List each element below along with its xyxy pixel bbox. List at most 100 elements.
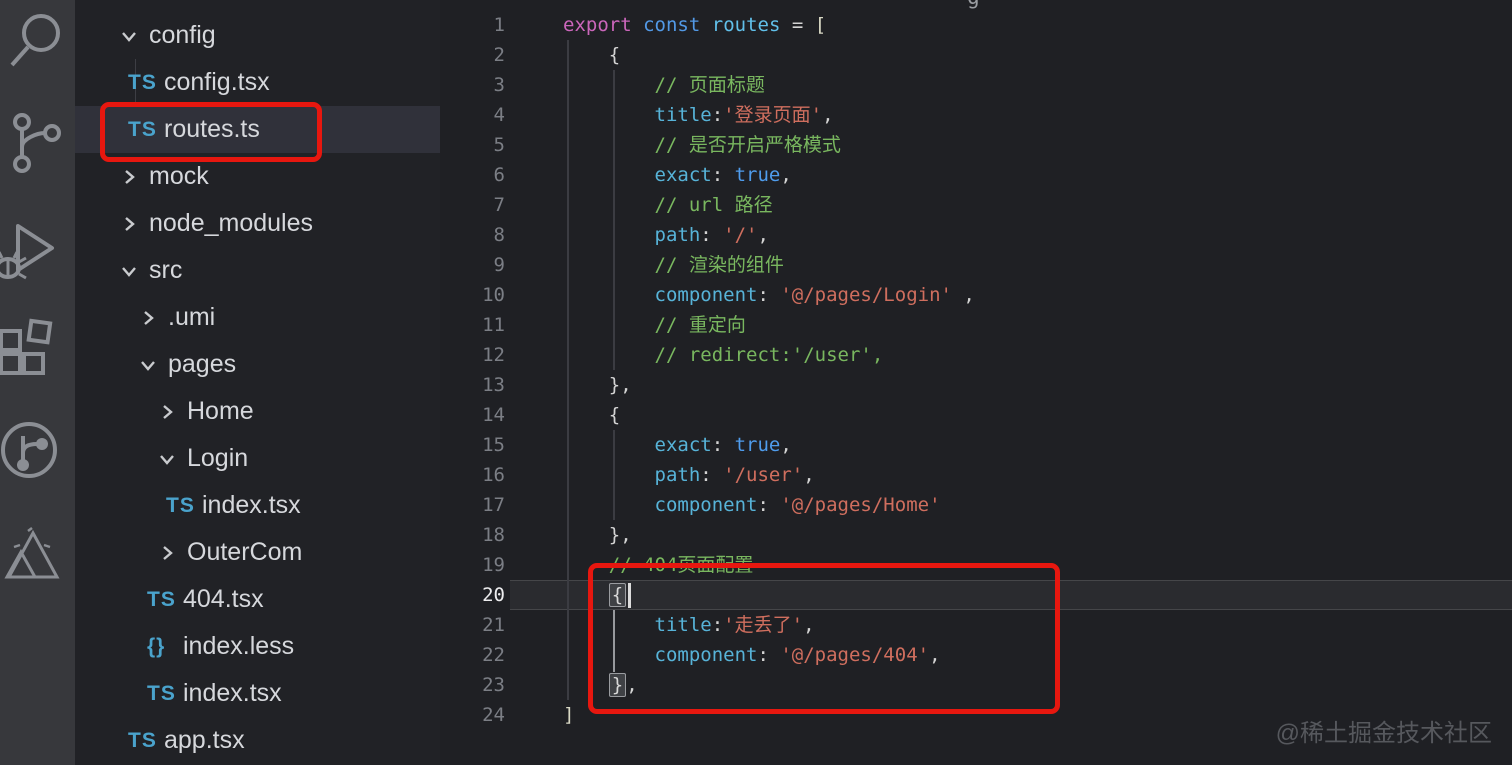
code-line[interactable]: {: [563, 400, 975, 430]
code-token: const: [643, 14, 701, 36]
line-number[interactable]: 24: [440, 700, 505, 730]
code-line[interactable]: path: '/',: [563, 220, 975, 250]
code-line[interactable]: },: [563, 370, 975, 400]
code-line[interactable]: path: '/user',: [563, 460, 975, 490]
line-number[interactable]: 4: [440, 100, 505, 130]
line-number[interactable]: 21: [440, 610, 505, 640]
tree-item-outercom[interactable]: OuterCom: [75, 529, 440, 576]
line-number[interactable]: 7: [440, 190, 505, 220]
code-line[interactable]: {: [563, 40, 975, 70]
code-token: :: [700, 224, 724, 246]
code-comment: // 是否开启严格模式: [654, 134, 841, 156]
code-token: },: [563, 374, 632, 396]
tree-item-label: index.tsx: [183, 679, 282, 707]
line-number[interactable]: 10: [440, 280, 505, 310]
line-number[interactable]: 3: [440, 70, 505, 100]
line-number[interactable]: 11: [440, 310, 505, 340]
line-number[interactable]: 8: [440, 220, 505, 250]
tree-item-index-less[interactable]: {} index.less: [75, 623, 440, 670]
tree-item-config-tsx[interactable]: TS config.tsx: [75, 59, 440, 106]
tree-item-src[interactable]: src: [75, 247, 440, 294]
line-number[interactable]: 5: [440, 130, 505, 160]
chevron-down-icon[interactable]: [117, 259, 141, 283]
tree-item-login[interactable]: Login: [75, 435, 440, 482]
line-number[interactable]: 2: [440, 40, 505, 70]
chevron-down-icon[interactable]: [155, 447, 179, 471]
mountain-extension-icon[interactable]: [4, 525, 60, 583]
chevron-right-icon[interactable]: [155, 400, 179, 424]
tree-item-config[interactable]: config: [75, 12, 440, 59]
code-token: '@/pages/Home': [780, 494, 941, 516]
code-line[interactable]: component: '@/pages/Login' ,: [563, 280, 975, 310]
extensions-icon[interactable]: [0, 318, 56, 378]
line-number[interactable]: 22: [440, 640, 505, 670]
chevron-down-icon[interactable]: [117, 24, 141, 48]
code-token: :: [711, 164, 735, 186]
less-file-icon: {}: [147, 634, 166, 658]
chevron-down-icon[interactable]: [136, 353, 160, 377]
source-control-icon[interactable]: [9, 113, 65, 173]
code-comment: // 页面标题: [654, 74, 765, 96]
tree-item-app-tsx[interactable]: TS app.tsx: [75, 717, 440, 764]
line-number[interactable]: 12: [440, 340, 505, 370]
tree-item--umi[interactable]: .umi: [75, 294, 440, 341]
code-comment: // 重定向: [654, 314, 746, 336]
chevron-right-icon[interactable]: [136, 306, 160, 330]
line-number[interactable]: 15: [440, 430, 505, 460]
code-line[interactable]: // url 路径: [563, 190, 975, 220]
chevron-right-icon[interactable]: [155, 541, 179, 565]
search-icon[interactable]: [7, 10, 63, 70]
tree-item-node-modules[interactable]: node_modules: [75, 200, 440, 247]
line-number[interactable]: 18: [440, 520, 505, 550]
git-graph-icon[interactable]: [0, 420, 60, 482]
line-number[interactable]: 17: [440, 490, 505, 520]
chevron-right-icon[interactable]: [117, 165, 141, 189]
typescript-file-icon: TS: [147, 681, 176, 705]
code-line[interactable]: exact: true,: [563, 160, 975, 190]
code-line[interactable]: // 渲染的组件: [563, 250, 975, 280]
line-number[interactable]: 6: [440, 160, 505, 190]
tree-item-label: OuterCom: [187, 538, 303, 566]
code-line[interactable]: // 重定向: [563, 310, 975, 340]
run-debug-icon[interactable]: [0, 218, 58, 286]
code-token: {: [563, 404, 621, 426]
chevron-right-icon[interactable]: [117, 212, 141, 236]
tree-item-home[interactable]: Home: [75, 388, 440, 435]
tree-item-label: pages: [168, 350, 237, 378]
code-line[interactable]: export const routes = [: [563, 10, 975, 40]
code-line[interactable]: // 页面标题: [563, 70, 975, 100]
line-number[interactable]: 14: [440, 400, 505, 430]
tree-item-404-tsx[interactable]: TS 404.tsx: [75, 576, 440, 623]
line-number[interactable]: 19: [440, 550, 505, 580]
line-number[interactable]: 23: [440, 670, 505, 700]
code-comment: // 渲染的组件: [654, 254, 784, 276]
code-token: ,: [951, 284, 975, 306]
typescript-file-icon: TS: [128, 70, 157, 94]
code-line[interactable]: component: '@/pages/Home': [563, 490, 975, 520]
line-number[interactable]: 16: [440, 460, 505, 490]
tree-item-pages[interactable]: pages: [75, 341, 440, 388]
code-token: },: [563, 524, 632, 546]
code-token: :: [757, 284, 781, 306]
line-number[interactable]: 1: [440, 10, 505, 40]
code-line[interactable]: // 是否开启严格模式: [563, 130, 975, 160]
tree-item-index-tsx[interactable]: TS index.tsx: [75, 482, 440, 529]
line-number[interactable]: 20: [440, 580, 505, 610]
code-token: [: [814, 14, 827, 36]
code-token: title: [654, 104, 712, 126]
tree-item-index-tsx[interactable]: TS index.tsx: [75, 670, 440, 717]
code-token: :: [711, 104, 724, 126]
line-number[interactable]: 13: [440, 370, 505, 400]
code-line[interactable]: exact: true,: [563, 430, 975, 460]
code-line[interactable]: },: [563, 520, 975, 550]
code-line[interactable]: title:'登录页面',: [563, 100, 975, 130]
line-number[interactable]: 9: [440, 250, 505, 280]
code-token: exact: [654, 164, 712, 186]
line-number-gutter[interactable]: 1 2 3 4 5 6 7 8 9 10 11 12 13 14 15 16 17 18 19 20 21 22 23 24: [440, 10, 505, 730]
code-line[interactable]: // redirect:'/user',: [563, 340, 975, 370]
